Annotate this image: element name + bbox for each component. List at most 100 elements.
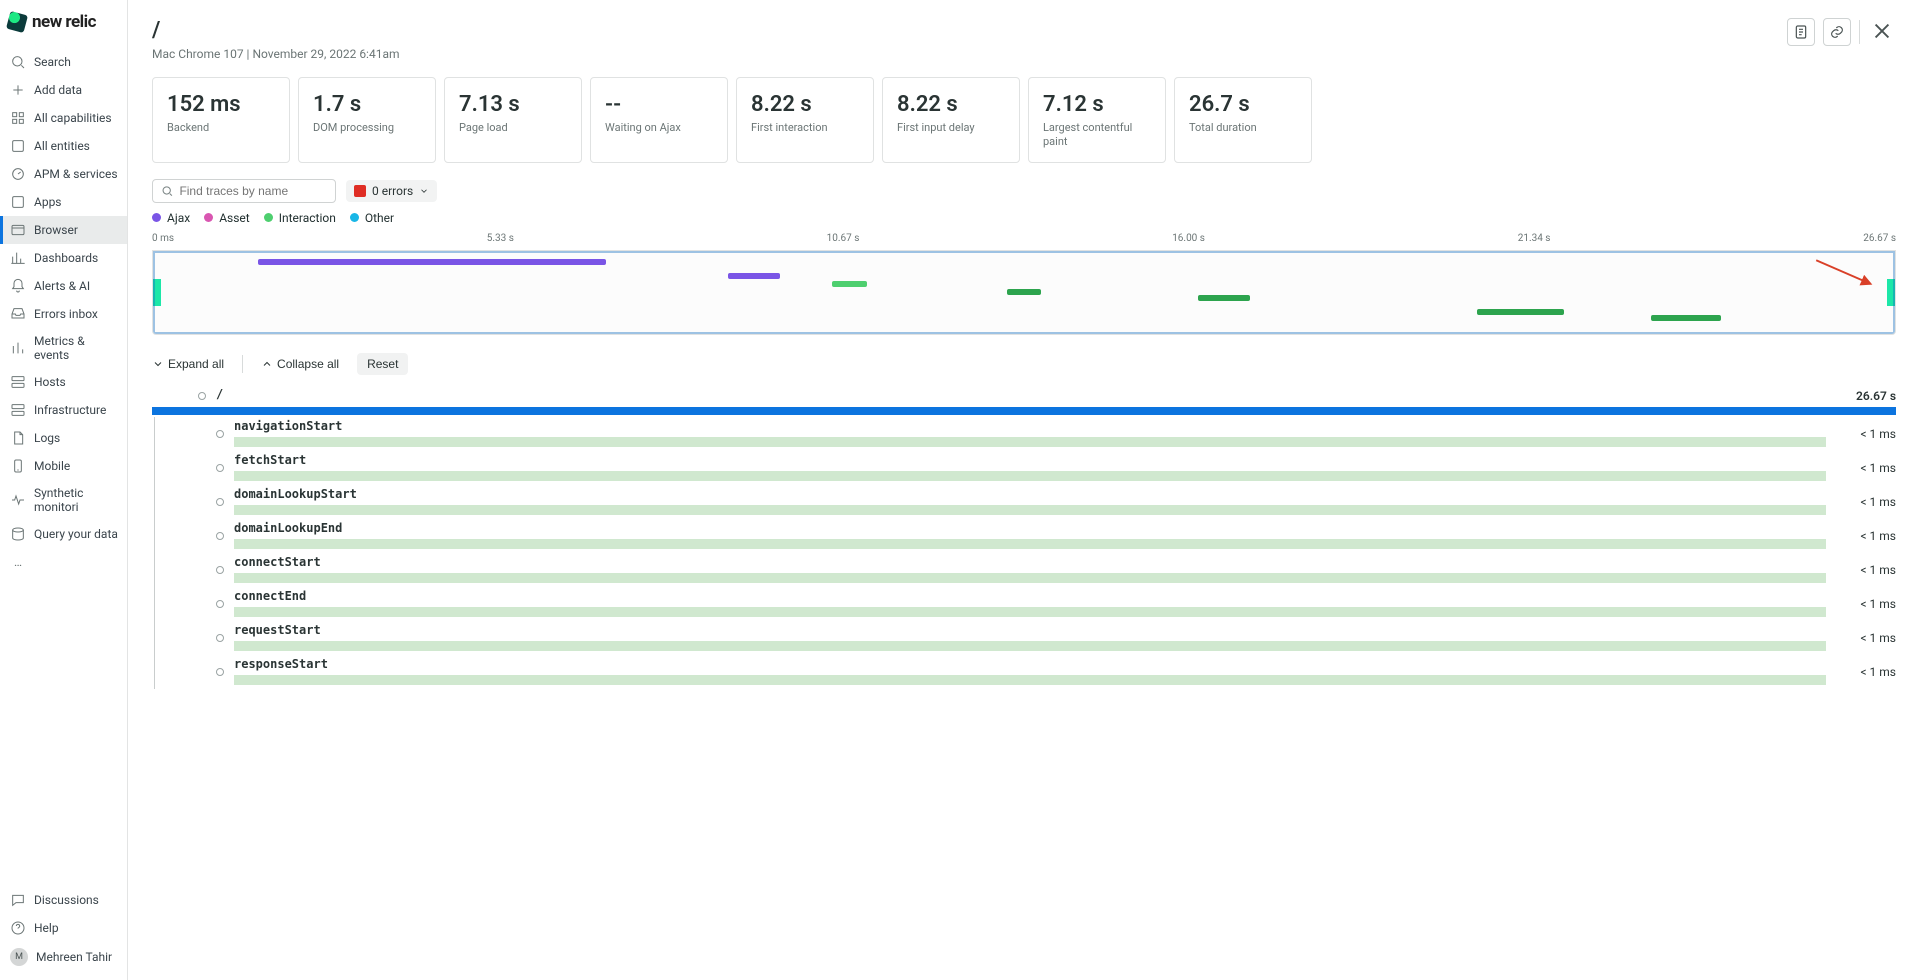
sidebar-item-mobile[interactable]: Mobile bbox=[0, 452, 127, 480]
metric-card[interactable]: 152 msBackend bbox=[152, 77, 290, 163]
notes-button[interactable] bbox=[1787, 18, 1815, 46]
sidebar-item-discussions[interactable]: Discussions bbox=[0, 886, 127, 914]
metric-card[interactable]: 7.12 sLargest contentful paint bbox=[1028, 77, 1166, 163]
box-icon bbox=[10, 194, 26, 210]
sidebar-item-all-capabilities[interactable]: All capabilities bbox=[0, 104, 127, 132]
sidebar-item-help[interactable]: Help bbox=[0, 914, 127, 942]
metric-card[interactable]: 8.22 sFirst input delay bbox=[882, 77, 1020, 163]
sidebar-item-infrastructure[interactable]: Infrastructure bbox=[0, 396, 127, 424]
sidebar-item-more[interactable]: … bbox=[0, 548, 127, 576]
minimap-handle-left[interactable] bbox=[153, 279, 161, 306]
waterfall-root-bar bbox=[152, 407, 1896, 415]
trace-search-input[interactable] bbox=[179, 184, 327, 198]
metric-value: 26.7 s bbox=[1189, 92, 1297, 117]
errors-filter[interactable]: 0 errors bbox=[346, 180, 437, 202]
waterfall-event-name: responseStart bbox=[234, 655, 1826, 673]
tree-guide bbox=[152, 655, 170, 689]
waterfall-row[interactable]: navigationStart< 1 ms bbox=[152, 417, 1896, 451]
waterfall-event-name: connectEnd bbox=[234, 587, 1826, 605]
sidebar-item-dashboards[interactable]: Dashboards bbox=[0, 244, 127, 272]
legend-label: Interaction bbox=[279, 211, 336, 225]
waterfall-row[interactable]: domainLookupStart< 1 ms bbox=[152, 485, 1896, 519]
sidebar-item-synthetic[interactable]: Synthetic monitori bbox=[0, 480, 127, 520]
expand-toggle-icon[interactable] bbox=[216, 430, 224, 438]
sidebar-item-all-entities[interactable]: All entities bbox=[0, 132, 127, 160]
waterfall-event-bar bbox=[234, 505, 1826, 515]
reset-button[interactable]: Reset bbox=[357, 353, 408, 375]
sidebar-item-errors-inbox[interactable]: Errors inbox bbox=[0, 300, 127, 328]
sidebar-item-label: Query your data bbox=[34, 527, 118, 541]
waterfall-row[interactable]: connectEnd< 1 ms bbox=[152, 587, 1896, 621]
waterfall-row[interactable]: responseStart< 1 ms bbox=[152, 655, 1896, 689]
sidebar-item-query[interactable]: Query your data bbox=[0, 520, 127, 548]
waterfall-row[interactable]: requestStart< 1 ms bbox=[152, 621, 1896, 655]
sidebar-item-label: Browser bbox=[34, 223, 78, 237]
metric-card[interactable]: 8.22 sFirst interaction bbox=[736, 77, 874, 163]
expand-all-button[interactable]: Expand all bbox=[152, 357, 224, 371]
waterfall-row[interactable]: domainLookupEnd< 1 ms bbox=[152, 519, 1896, 553]
waterfall-controls: Expand all Collapse all Reset bbox=[128, 343, 1920, 385]
axis-tick: 16.00 s bbox=[1172, 233, 1205, 248]
chevron-up-icon bbox=[261, 358, 273, 370]
expand-toggle-icon[interactable] bbox=[216, 532, 224, 540]
expand-toggle-icon[interactable] bbox=[216, 634, 224, 642]
sidebar-item-alerts-ai[interactable]: Alerts & AI bbox=[0, 272, 127, 300]
waterfall-event-name: connectStart bbox=[234, 553, 1826, 571]
help-icon bbox=[10, 920, 26, 936]
metric-label: Backend bbox=[167, 121, 275, 135]
sidebar-item-label: Help bbox=[34, 921, 59, 935]
trace-search[interactable] bbox=[152, 179, 336, 203]
sidebar-item-label: Synthetic monitori bbox=[34, 486, 119, 514]
sidebar-item-apm-services[interactable]: APM & services bbox=[0, 160, 127, 188]
sidebar-item-logs[interactable]: Logs bbox=[0, 424, 127, 452]
metric-card[interactable]: 26.7 sTotal duration bbox=[1174, 77, 1312, 163]
tree-guide bbox=[152, 451, 170, 485]
doc-icon bbox=[10, 430, 26, 446]
metric-card[interactable]: 1.7 sDOM processing bbox=[298, 77, 436, 163]
errors-label: 0 errors bbox=[372, 184, 413, 198]
waterfall-root-row[interactable]: / 26.67 s bbox=[152, 385, 1896, 407]
waterfall-event-name: domainLookupStart bbox=[234, 485, 1826, 503]
expand-toggle-icon[interactable] bbox=[216, 600, 224, 608]
close-button[interactable] bbox=[1868, 18, 1896, 46]
metric-card[interactable]: 7.13 sPage load bbox=[444, 77, 582, 163]
sidebar-item-search[interactable]: Search bbox=[0, 48, 127, 76]
legend-item[interactable]: Interaction bbox=[264, 211, 336, 225]
server-icon bbox=[10, 402, 26, 418]
mobile-icon bbox=[10, 458, 26, 474]
copy-link-button[interactable] bbox=[1823, 18, 1851, 46]
legend-item[interactable]: Asset bbox=[204, 211, 250, 225]
timeline-minimap[interactable] bbox=[152, 251, 1896, 335]
sidebar-user[interactable]: M Mehreen Tahir bbox=[0, 942, 127, 972]
chevron-down-icon bbox=[419, 186, 429, 196]
expand-toggle-icon[interactable] bbox=[216, 498, 224, 506]
waterfall-event-bar bbox=[234, 471, 1826, 481]
sidebar-item-metrics-events[interactable]: Metrics & events bbox=[0, 328, 127, 368]
separator bbox=[242, 355, 243, 373]
pulse-icon bbox=[10, 492, 26, 508]
expand-all-label: Expand all bbox=[168, 357, 224, 371]
topbar: / Mac Chrome 107 | November 29, 2022 6:4… bbox=[128, 0, 1920, 69]
axis-tick: 26.67 s bbox=[1863, 233, 1896, 248]
collapse-all-button[interactable]: Collapse all bbox=[261, 357, 339, 371]
minimap-handle-right[interactable] bbox=[1887, 279, 1895, 306]
expand-toggle-icon[interactable] bbox=[216, 566, 224, 574]
legend-item[interactable]: Other bbox=[350, 211, 394, 225]
waterfall-row[interactable]: connectStart< 1 ms bbox=[152, 553, 1896, 587]
legend-item[interactable]: Ajax bbox=[152, 211, 190, 225]
metric-card[interactable]: --Waiting on Ajax bbox=[590, 77, 728, 163]
sidebar-item-hosts[interactable]: Hosts bbox=[0, 368, 127, 396]
sidebar-item-add-data[interactable]: Add data bbox=[0, 76, 127, 104]
expand-toggle-icon[interactable] bbox=[216, 668, 224, 676]
axis-tick: 5.33 s bbox=[487, 233, 514, 248]
logo[interactable]: new relic bbox=[0, 0, 127, 48]
metric-value: 1.7 s bbox=[313, 92, 421, 117]
more-label: … bbox=[14, 555, 22, 569]
expand-toggle-icon[interactable] bbox=[216, 464, 224, 472]
expand-toggle-icon[interactable] bbox=[198, 392, 206, 400]
annotation-arrow-icon bbox=[1809, 257, 1881, 289]
waterfall-row[interactable]: fetchStart< 1 ms bbox=[152, 451, 1896, 485]
sidebar-item-apps[interactable]: Apps bbox=[0, 188, 127, 216]
sidebar-item-browser[interactable]: Browser bbox=[0, 216, 127, 244]
metric-label: Page load bbox=[459, 121, 567, 135]
